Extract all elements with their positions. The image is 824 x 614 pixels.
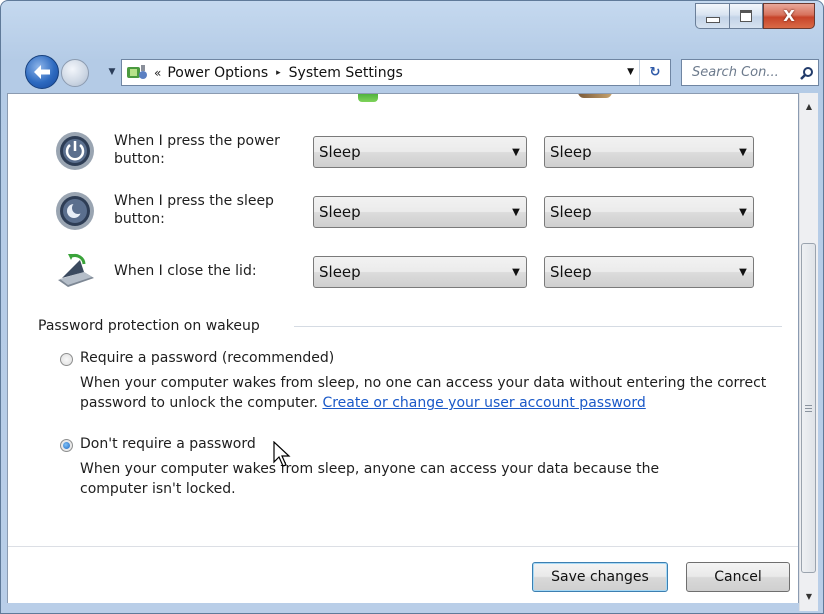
no-password-label[interactable]: Don't require a password bbox=[80, 436, 256, 452]
chevron-down-icon: ▼ bbox=[512, 146, 520, 158]
address-bar[interactable]: « Power Options ▸ System Settings ▼ ↻ bbox=[121, 59, 671, 86]
search-box[interactable]: Search Con... bbox=[681, 59, 819, 86]
address-dropdown-icon[interactable]: ▼ bbox=[627, 67, 634, 77]
chevron-down-icon: ▼ bbox=[512, 206, 520, 218]
power-button-battery-select[interactable]: Sleep ▼ bbox=[313, 136, 527, 168]
maximize-icon bbox=[740, 10, 752, 22]
power-button-battery-value: Sleep bbox=[319, 143, 361, 161]
sleep-button-plugged-value: Sleep bbox=[550, 203, 592, 221]
refresh-icon: ↻ bbox=[649, 65, 661, 80]
require-password-radio[interactable] bbox=[60, 353, 73, 366]
mouse-cursor-icon bbox=[273, 441, 291, 467]
navigation-bar: ▼ « Power Options ▸ System Settings ▼ ↻ … bbox=[1, 49, 823, 93]
battery-icon bbox=[358, 94, 378, 102]
sleep-button-icon bbox=[54, 190, 96, 232]
content-pane: When I press the power button: Sleep ▼ Sl… bbox=[7, 93, 799, 603]
search-input[interactable]: Search Con... bbox=[682, 65, 796, 80]
lid-close-battery-select[interactable]: Sleep ▼ bbox=[313, 256, 527, 288]
refresh-button[interactable]: ↻ bbox=[639, 60, 670, 85]
vertical-scrollbar[interactable]: ▲ ▼ bbox=[799, 93, 818, 611]
no-password-radio[interactable] bbox=[60, 439, 73, 452]
sleep-button-label: When I press the sleep button: bbox=[114, 193, 274, 227]
change-password-link[interactable]: Create or change your user account passw… bbox=[322, 395, 645, 411]
chevron-down-icon: ▼ bbox=[108, 67, 116, 77]
power-button-label: When I press the power button: bbox=[114, 133, 280, 167]
cancel-button[interactable]: Cancel bbox=[686, 562, 790, 592]
control-panel-icon bbox=[126, 64, 148, 82]
back-arrow-icon bbox=[34, 65, 50, 79]
password-section-title: Password protection on wakeup bbox=[38, 318, 260, 334]
caption-buttons: X bbox=[695, 3, 815, 29]
footer-divider bbox=[8, 546, 798, 547]
minimize-icon bbox=[705, 17, 720, 23]
chevron-down-icon: ▼ bbox=[512, 266, 520, 278]
lid-close-label: When I close the lid: bbox=[114, 263, 257, 279]
power-button-plugged-select[interactable]: Sleep ▼ bbox=[544, 136, 754, 168]
sleep-button-row: When I press the sleep button: Sleep ▼ Sl… bbox=[8, 186, 798, 236]
lid-close-plugged-select[interactable]: Sleep ▼ bbox=[544, 256, 754, 288]
lid-close-battery-value: Sleep bbox=[319, 263, 361, 281]
close-icon: X bbox=[783, 7, 795, 25]
breadcrumb-separator-icon[interactable]: ▸ bbox=[276, 68, 281, 78]
breadcrumb-overflow[interactable]: « bbox=[154, 66, 161, 80]
search-icon[interactable] bbox=[796, 66, 818, 80]
window-frame: X ▼ « Power Options ▸ System Settings ▼ … bbox=[0, 0, 824, 614]
scrollbar-thumb[interactable] bbox=[801, 243, 816, 573]
section-divider bbox=[294, 326, 782, 327]
scroll-down-icon[interactable]: ▼ bbox=[800, 587, 818, 605]
forward-button[interactable] bbox=[61, 59, 89, 87]
sleep-button-plugged-select[interactable]: Sleep ▼ bbox=[544, 196, 754, 228]
power-button-row: When I press the power button: Sleep ▼ Sl… bbox=[8, 126, 798, 176]
require-password-label[interactable]: Require a password (recommended) bbox=[80, 350, 334, 366]
chevron-down-icon: ▼ bbox=[739, 146, 747, 158]
sleep-button-battery-value: Sleep bbox=[319, 203, 361, 221]
close-button[interactable]: X bbox=[763, 3, 815, 29]
maximize-button[interactable] bbox=[729, 3, 763, 29]
laptop-lid-icon bbox=[54, 250, 96, 292]
back-button[interactable] bbox=[25, 55, 59, 89]
require-password-description: When your computer wakes from sleep, no … bbox=[80, 373, 770, 413]
minimize-button[interactable] bbox=[695, 3, 729, 29]
lid-close-plugged-value: Sleep bbox=[550, 263, 592, 281]
plug-icon bbox=[578, 94, 612, 98]
grip-icon bbox=[805, 404, 812, 412]
sleep-button-battery-select[interactable]: Sleep ▼ bbox=[313, 196, 527, 228]
scroll-up-icon[interactable]: ▲ bbox=[800, 97, 818, 115]
breadcrumb-system-settings[interactable]: System Settings bbox=[289, 65, 403, 81]
chevron-down-icon: ▼ bbox=[739, 206, 747, 218]
no-password-description: When your computer wakes from sleep, any… bbox=[80, 461, 660, 497]
power-button-icon bbox=[54, 130, 96, 172]
chevron-down-icon: ▼ bbox=[739, 266, 747, 278]
power-button-plugged-value: Sleep bbox=[550, 143, 592, 161]
save-changes-button[interactable]: Save changes bbox=[532, 562, 668, 592]
history-dropdown[interactable]: ▼ bbox=[105, 65, 119, 79]
breadcrumb-power-options[interactable]: Power Options bbox=[167, 65, 268, 81]
lid-close-row: When I close the lid: Sleep ▼ Sleep ▼ bbox=[8, 246, 798, 296]
